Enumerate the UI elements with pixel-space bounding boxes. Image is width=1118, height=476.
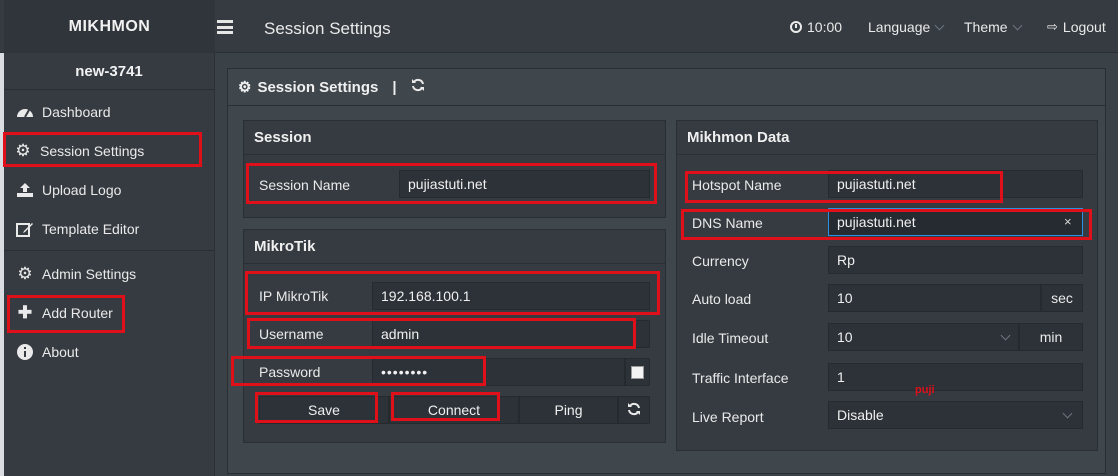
edit-icon xyxy=(16,220,34,238)
mikrotik-panel-title: MikroTik xyxy=(244,230,665,264)
watermark-text: puji xyxy=(915,384,935,396)
settings-card-title: Session Settings xyxy=(257,78,379,96)
hamburger-menu-icon[interactable] xyxy=(217,20,233,34)
auto-load-input[interactable]: 10 xyxy=(828,284,1041,312)
language-label: Language xyxy=(868,19,931,35)
chevron-down-icon xyxy=(934,20,945,30)
clock-icon xyxy=(790,21,802,33)
clock-time: 10:00 xyxy=(807,19,843,35)
sidebar-item-dashboard[interactable]: Dashboard xyxy=(16,103,111,121)
idle-timeout-label: Idle Timeout xyxy=(692,330,769,346)
info-icon xyxy=(16,343,34,361)
refresh-button[interactable] xyxy=(618,396,650,424)
sidebar-item-label: About xyxy=(42,344,79,360)
session-panel-title: Session xyxy=(244,121,665,155)
currency-input[interactable]: Rp xyxy=(828,246,1083,274)
highlight-box xyxy=(245,271,660,315)
highlight-box xyxy=(685,171,1003,203)
highlight-box xyxy=(255,392,378,423)
highlight-box xyxy=(7,295,125,333)
title-separator: | xyxy=(392,78,397,96)
mikhmon-data-panel-title: Mikhmon Data xyxy=(677,121,1097,155)
auto-load-unit: sec xyxy=(1041,284,1083,312)
theme-dropdown[interactable]: Theme xyxy=(964,19,1023,35)
live-report-select[interactable]: Disable xyxy=(828,401,1083,429)
sidebar: new-3741 Dashboard ⚙ Session Settings Up… xyxy=(4,53,215,476)
upload-icon xyxy=(16,181,34,199)
idle-timeout-select[interactable]: 10 xyxy=(828,323,1019,351)
sidebar-item-admin-settings[interactable]: ⚙ Admin Settings xyxy=(16,264,137,283)
sidebar-item-label: Template Editor xyxy=(42,221,140,237)
sidebar-item-template-editor[interactable]: Template Editor xyxy=(16,220,139,238)
theme-label: Theme xyxy=(964,19,1008,35)
sidebar-item-upload-logo[interactable]: Upload Logo xyxy=(16,181,121,199)
chevron-down-icon xyxy=(1012,20,1023,30)
live-report-label: Live Report xyxy=(692,409,764,425)
gear-icon: ⚙ xyxy=(17,264,33,283)
refresh-icon[interactable] xyxy=(411,78,425,96)
currency-label: Currency xyxy=(692,253,749,269)
highlight-box xyxy=(681,209,1092,240)
logout-button[interactable]: ⇨ Logout xyxy=(1047,19,1106,35)
gear-icon: ⚙ xyxy=(238,79,252,96)
page-title: Session Settings xyxy=(264,19,391,38)
show-password-checkbox[interactable] xyxy=(631,366,644,379)
settings-card-header: ⚙ Session Settings | xyxy=(228,69,1105,106)
idle-timeout-unit: min xyxy=(1019,323,1083,351)
brand-logo[interactable]: MIKHMON xyxy=(4,0,215,53)
sidebar-item-label: Dashboard xyxy=(42,104,111,120)
refresh-icon xyxy=(627,402,641,419)
sidebar-item-label: Upload Logo xyxy=(42,182,122,198)
router-name: new-3741 xyxy=(4,53,214,90)
highlight-box xyxy=(247,318,636,349)
sidebar-item-label: Admin Settings xyxy=(42,266,137,282)
logout-label: Logout xyxy=(1062,19,1106,35)
logout-icon: ⇨ xyxy=(1047,19,1058,34)
dashboard-icon xyxy=(16,103,34,121)
highlight-box xyxy=(3,132,202,167)
ping-button[interactable]: Ping xyxy=(519,396,618,424)
traffic-interface-label: Traffic Interface xyxy=(692,370,789,386)
highlight-box xyxy=(391,392,500,421)
highlight-box xyxy=(246,163,657,204)
highlight-box xyxy=(231,356,486,386)
traffic-interface-input[interactable]: 1 xyxy=(828,363,1083,391)
clock: 10:00 xyxy=(790,19,842,35)
language-dropdown[interactable]: Language xyxy=(868,19,945,35)
sidebar-item-about[interactable]: About xyxy=(16,343,79,361)
sidebar-divider xyxy=(4,250,215,251)
auto-load-label: Auto load xyxy=(692,291,752,307)
